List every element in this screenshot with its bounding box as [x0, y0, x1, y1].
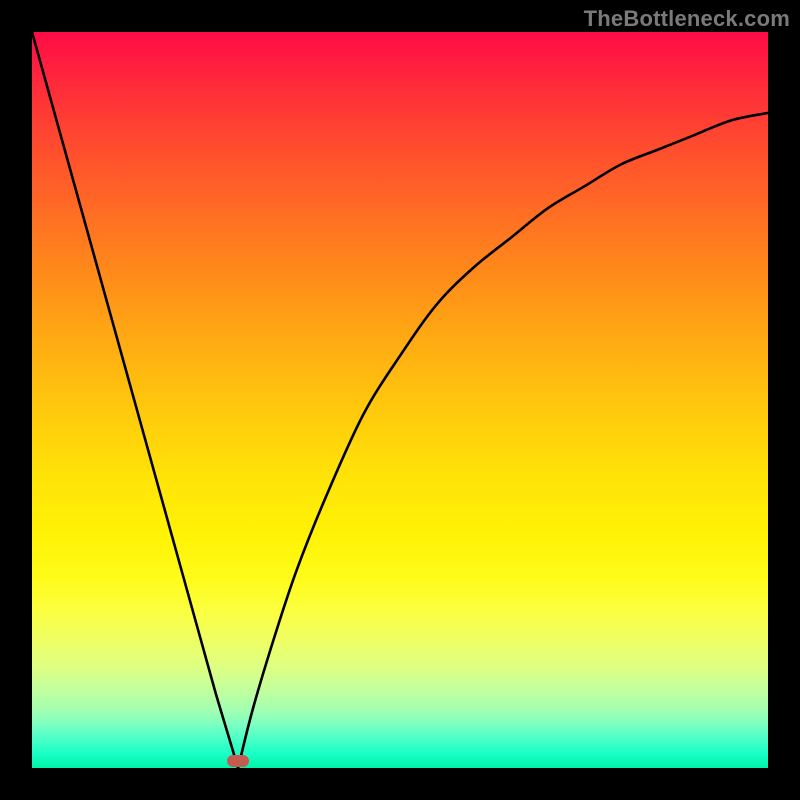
plot-area: [32, 32, 768, 768]
watermark-text: TheBottleneck.com: [584, 6, 790, 32]
curve-svg: [32, 32, 768, 768]
chart-frame: TheBottleneck.com: [0, 0, 800, 800]
curve-right: [238, 113, 768, 768]
curve-left: [32, 32, 238, 768]
min-marker: [227, 755, 249, 767]
